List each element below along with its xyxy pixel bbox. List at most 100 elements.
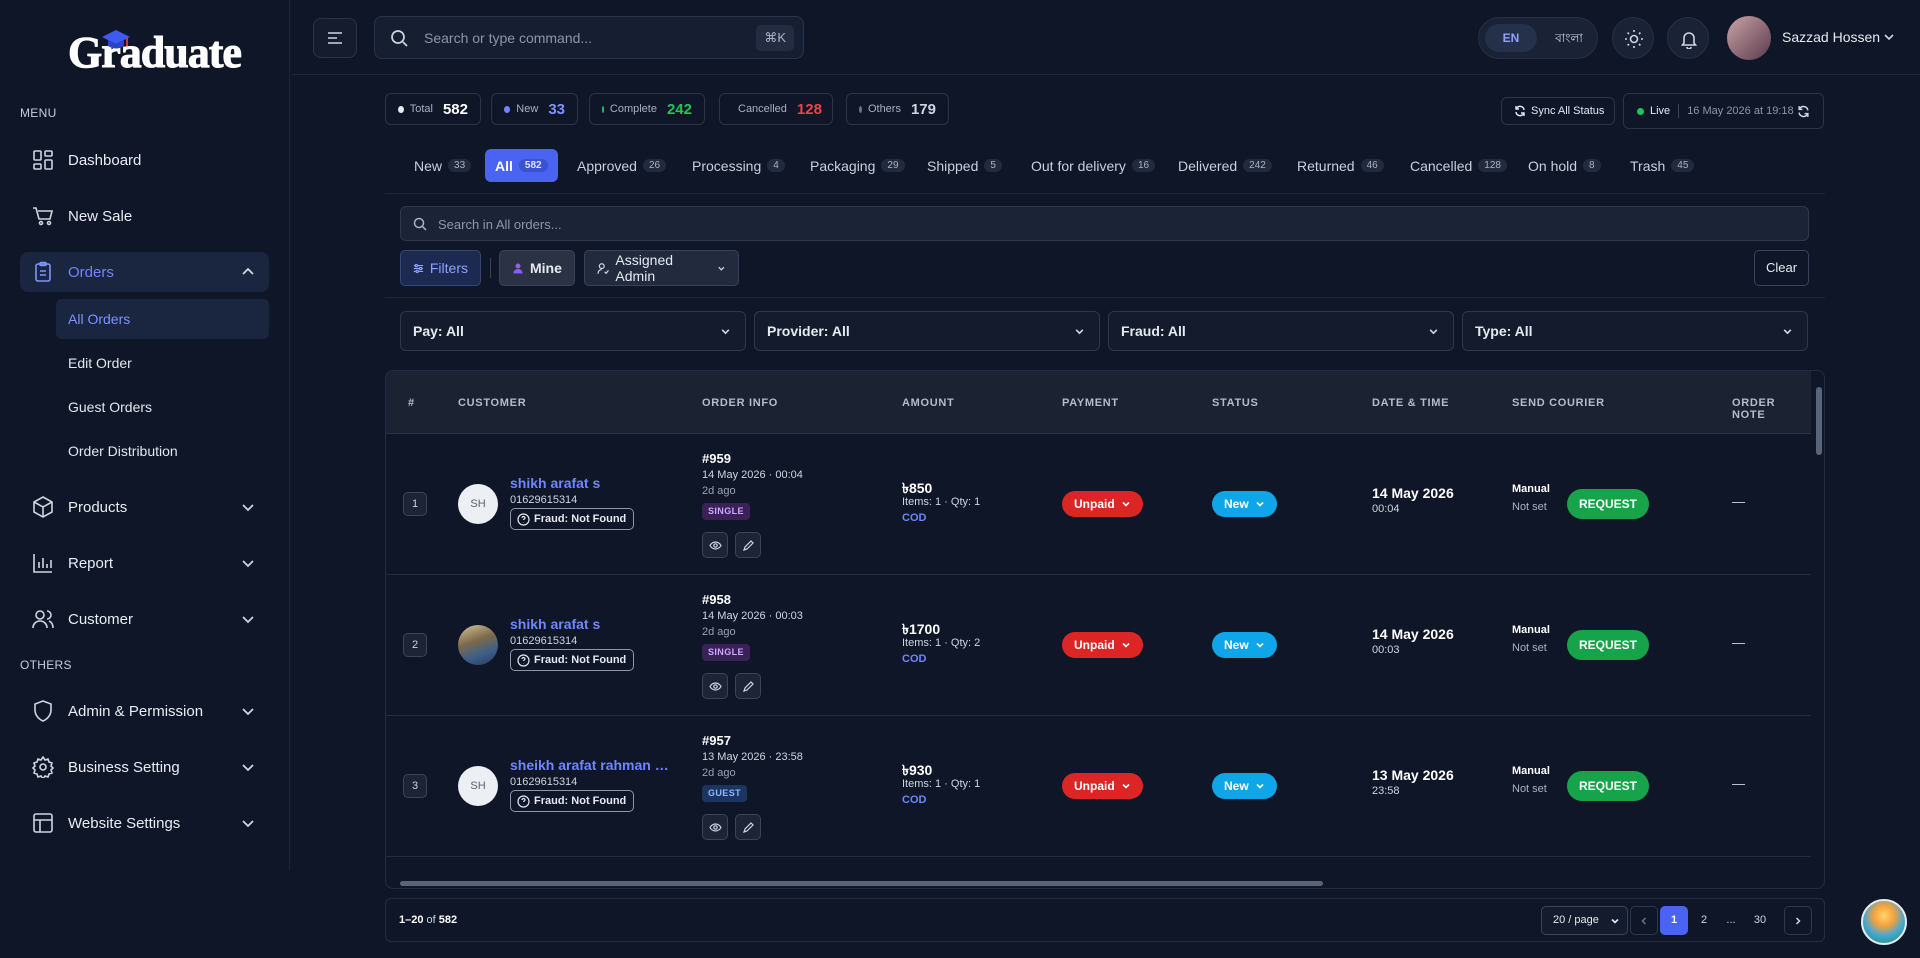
sidebar-item-products[interactable]: Products [20, 487, 269, 527]
type-filter-select[interactable]: Type: All [1462, 311, 1808, 351]
help-circle-icon [517, 794, 530, 808]
brand-logo[interactable]: Graduate [68, 29, 243, 76]
order-id: #958 [702, 592, 731, 607]
page-30-button[interactable]: 30 [1746, 906, 1774, 935]
tab-count: 242 [1243, 159, 1272, 172]
edit-order-button[interactable] [735, 814, 761, 840]
sidebar-subitem-edit-order[interactable]: Edit Order [56, 343, 269, 383]
sync-all-status-button[interactable]: Sync All Status [1501, 97, 1615, 125]
sidebar-item-orders[interactable]: Orders [20, 252, 269, 292]
tab-shipped[interactable]: Shipped 5 [927, 149, 1002, 182]
col-status: STATUS [1212, 397, 1259, 409]
vertical-scroll-thumb[interactable] [1816, 387, 1822, 455]
filters-button[interactable]: Filters [400, 250, 481, 286]
order-status-dropdown[interactable]: New [1212, 632, 1277, 658]
sidebar-item-dashboard[interactable]: Dashboard [20, 140, 269, 180]
view-order-button[interactable] [702, 814, 728, 840]
fraud-badge[interactable]: Fraud: Not Found [510, 649, 635, 671]
language-switch[interactable]: EN বাংলা [1478, 17, 1598, 59]
tab-delivered[interactable]: Delivered 242 [1178, 149, 1272, 182]
theme-toggle-button[interactable] [1612, 17, 1654, 59]
provider-filter-select[interactable]: Provider: All [754, 311, 1100, 351]
menu-toggle-button[interactable] [313, 18, 357, 58]
customer-name-link[interactable]: shikh arafat s [510, 616, 600, 632]
sidebar-item-admin-permission[interactable]: Admin & Permission [20, 691, 269, 731]
pagination-bar: 1–20 of 582 20 / page 1 2 ... 30 [385, 898, 1825, 942]
sidebar-item-business-setting[interactable]: Business Setting [20, 747, 269, 787]
per-page-select[interactable]: 20 / page [1541, 906, 1628, 935]
stat-label: Complete [609, 103, 657, 115]
refresh-icon[interactable] [1797, 105, 1810, 118]
floating-app-button[interactable] [1861, 899, 1907, 945]
user-avatar[interactable] [1727, 16, 1771, 60]
page-2-button[interactable]: 2 [1690, 906, 1718, 935]
fraud-filter-select[interactable]: Fraud: All [1108, 311, 1454, 351]
request-courier-button[interactable]: REQUEST [1567, 771, 1649, 801]
edit-order-button[interactable] [735, 532, 761, 558]
fraud-badge[interactable]: Fraud: Not Found [510, 508, 635, 530]
stat-dot [602, 105, 604, 113]
col-date-time: DATE & TIME [1372, 397, 1450, 409]
sidebar-subitem-guest-orders[interactable]: Guest Orders [56, 387, 269, 427]
order-status-dropdown[interactable]: New [1212, 773, 1277, 799]
orders-search-input[interactable]: Search in All orders... [400, 206, 1809, 241]
payment-status-dropdown[interactable]: Unpaid [1062, 773, 1143, 799]
sidebar-item-label: Orders [68, 263, 114, 281]
stat-dot [398, 105, 404, 113]
table-row[interactable]: 3 SH sheikh arafat rahman sh... 01629615… [386, 716, 1811, 857]
order-status-dropdown[interactable]: New [1212, 491, 1277, 517]
tab-new[interactable]: New 33 [414, 149, 472, 182]
tab-trash[interactable]: Trash 45 [1630, 149, 1695, 182]
horizontal-scroll-thumb[interactable] [400, 881, 1323, 886]
customer-name-link[interactable]: sheikh arafat rahman sh... [510, 757, 675, 773]
command-search[interactable]: Search or type command... ⌘K [374, 16, 804, 59]
tab-label: Shipped [927, 157, 979, 174]
pay-filter-select[interactable]: Pay: All [400, 311, 746, 351]
tab-out-for-delivery[interactable]: Out for delivery 16 [1031, 149, 1156, 182]
notifications-button[interactable] [1667, 17, 1709, 59]
edit-order-button[interactable] [735, 673, 761, 699]
sidebar-item-new-sale[interactable]: New Sale [20, 196, 269, 236]
tab-packaging[interactable]: Packaging 29 [810, 149, 905, 182]
pencil-icon [743, 681, 754, 692]
tab-all[interactable]: All 582 [485, 149, 558, 182]
table-row[interactable]: 1 SH shikh arafat s 01629615314 Fraud: N… [386, 434, 1811, 575]
payment-status-dropdown[interactable]: Unpaid [1062, 632, 1143, 658]
sidebar-item-report[interactable]: Report [20, 543, 269, 583]
chevron-down-icon[interactable] [1883, 31, 1895, 43]
lang-en-option[interactable]: EN [1485, 24, 1537, 52]
user-name[interactable]: Sazzad Hossen [1782, 29, 1880, 45]
table-row[interactable]: 2 shikh arafat s 01629615314 Fraud: Not … [386, 575, 1811, 716]
tab-on-hold[interactable]: On hold 8 [1528, 149, 1601, 182]
row-index: 3 [403, 774, 427, 798]
customer-phone: 01629615314 [510, 635, 578, 647]
request-courier-button[interactable]: REQUEST [1567, 630, 1649, 660]
assigned-admin-dropdown[interactable]: Assigned Admin [584, 250, 739, 286]
payment-status-dropdown[interactable]: Unpaid [1062, 491, 1143, 517]
order-type-badge: SINGLE [702, 644, 750, 661]
tab-approved[interactable]: Approved 26 [577, 149, 667, 182]
tab-returned[interactable]: Returned 46 [1297, 149, 1384, 182]
tab-count: 33 [448, 159, 472, 172]
sidebar-item-website-settings[interactable]: Website Settings [20, 803, 269, 843]
mine-button[interactable]: Mine [499, 250, 575, 286]
chevron-down-icon [1783, 329, 1792, 335]
sidebar-subitem-order-distribution[interactable]: Order Distribution [56, 431, 269, 471]
sidebar-subitem-all-orders[interactable]: All Orders [56, 299, 269, 339]
tab-processing[interactable]: Processing 4 [692, 149, 785, 182]
eye-icon [709, 541, 722, 550]
next-page-button[interactable] [1784, 906, 1812, 935]
prev-page-button[interactable] [1630, 906, 1658, 935]
lang-bn-option[interactable]: বাংলা [1545, 24, 1593, 52]
customer-name-link[interactable]: shikh arafat s [510, 475, 600, 491]
request-courier-button[interactable]: REQUEST [1567, 489, 1649, 519]
tab-cancelled[interactable]: Cancelled 128 [1410, 149, 1507, 182]
view-order-button[interactable] [702, 673, 728, 699]
page-1-button[interactable]: 1 [1660, 906, 1688, 935]
view-order-button[interactable] [702, 532, 728, 558]
fraud-badge[interactable]: Fraud: Not Found [510, 790, 635, 812]
clear-button[interactable]: Clear [1754, 250, 1809, 286]
shortcut-hint: ⌘K [756, 25, 794, 51]
per-page-value: 20 / page [1553, 914, 1599, 926]
sidebar-item-customer[interactable]: Customer [20, 599, 269, 639]
